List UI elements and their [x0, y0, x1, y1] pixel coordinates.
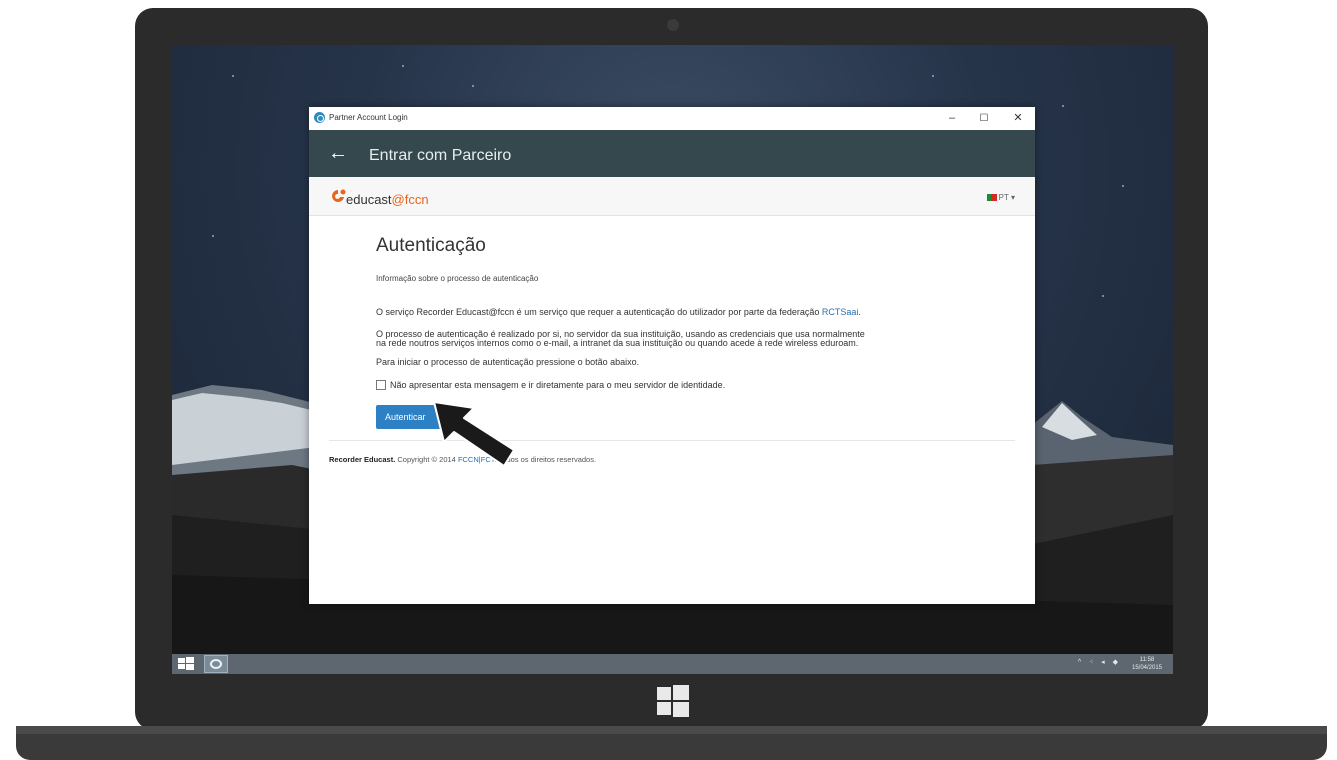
taskbar-app-icon[interactable]	[204, 655, 228, 673]
clock-time: 11:58	[1139, 657, 1155, 663]
page-header: ← Entrar com Parceiro	[309, 130, 1035, 177]
page-subtitle: Informação sobre o processo de autentica…	[376, 274, 539, 283]
laptop-base	[16, 726, 1327, 760]
partner-login-window: Partner Account Login – ☐ ✕ ← Entrar com…	[309, 107, 1035, 604]
brand-name: educast@fccn	[346, 192, 429, 207]
instruction-text: Para iniciar o processo de autenticação …	[376, 357, 640, 367]
windows-logo-icon	[657, 685, 689, 717]
skip-message-checkbox[interactable]	[376, 380, 386, 390]
taskbar-clock[interactable]: 11:58 15/04/2015	[1127, 656, 1167, 672]
header-title: Entrar com Parceiro	[369, 147, 512, 164]
maximize-button[interactable]: ☐	[969, 110, 999, 127]
pointer-arrow-icon	[433, 401, 515, 467]
window-title: Partner Account Login	[329, 113, 408, 122]
clock-date: 15/04/2015	[1131, 665, 1163, 671]
language-selector[interactable]: PT ▾	[986, 193, 1015, 202]
portugal-flag-icon	[986, 194, 997, 201]
rctsaai-link[interactable]: RCTSaai	[822, 307, 859, 317]
process-description: O processo de autenticação é realizado p…	[376, 329, 865, 348]
minimize-button[interactable]: –	[937, 110, 967, 127]
back-arrow-icon[interactable]: ←	[328, 143, 348, 163]
page-title: Autenticação	[376, 235, 486, 256]
taskbar: ^ ⁖ ◂ ◆ 11:58 15/04/2015	[172, 654, 1173, 674]
brand-bar: educast@fccn PT ▾	[309, 177, 1035, 216]
skip-message-option[interactable]: Não apresentar esta mensagem e ir direta…	[376, 380, 725, 390]
webcam	[667, 19, 679, 31]
start-button[interactable]	[176, 657, 196, 671]
educast-logo-icon	[332, 189, 346, 202]
window-titlebar[interactable]: Partner Account Login – ☐ ✕	[309, 107, 1035, 130]
app-logo-icon	[314, 112, 325, 123]
system-tray-icons[interactable]: ^ ⁖ ◂ ◆	[1078, 658, 1121, 666]
close-button[interactable]: ✕	[1003, 110, 1033, 127]
skip-message-label: Não apresentar esta mensagem e ir direta…	[390, 380, 726, 390]
service-description: O serviço Recorder Educast@fccn é um ser…	[376, 307, 861, 317]
